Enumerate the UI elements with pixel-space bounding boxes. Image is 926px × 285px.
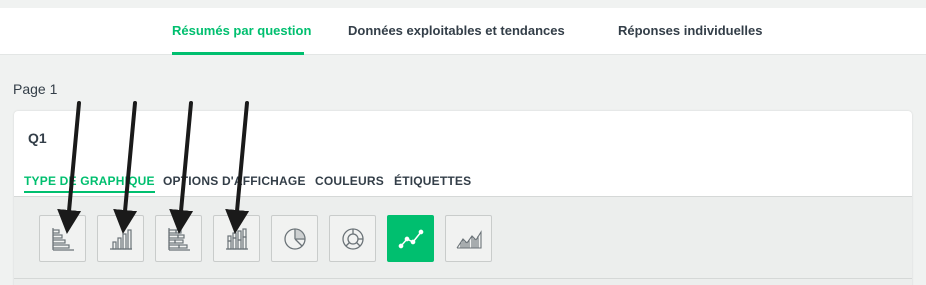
horizontal-bar-chart-icon (51, 227, 74, 251)
subtab-chart-type[interactable]: TYPE DE GRAPHIQUE (24, 174, 155, 193)
question-title: Q1 (28, 130, 47, 146)
stacked-vertical-bar-chart-icon (225, 227, 248, 250)
horizontal-bar-chart-button[interactable] (39, 215, 86, 262)
toolbar-divider (14, 278, 912, 279)
subtab-colors[interactable]: COULEURS (315, 174, 384, 191)
line-chart-icon (398, 229, 423, 248)
tab-insights-and-data[interactable]: Données exploitables et tendances (348, 8, 565, 55)
pie-chart-button[interactable] (271, 215, 318, 262)
area-chart-icon (456, 229, 482, 249)
line-chart-button[interactable] (387, 215, 434, 262)
donut-chart-icon (341, 227, 364, 250)
tab-question-summaries[interactable]: Résumés par question (172, 8, 311, 55)
area-chart-button[interactable] (445, 215, 492, 262)
results-tab-bar: Résumés par question Données exploitable… (0, 8, 926, 55)
tab-individual-responses[interactable]: Réponses individuelles (618, 8, 763, 55)
pie-chart-icon (283, 227, 306, 250)
stacked-horizontal-bar-chart-button[interactable] (155, 215, 202, 262)
subtab-display-options[interactable]: OPTIONS D'AFFICHAGE (163, 174, 306, 191)
vertical-bar-chart-button[interactable] (97, 215, 144, 262)
subtab-labels[interactable]: ÉTIQUETTES (394, 174, 471, 191)
stacked-vertical-bar-chart-button[interactable] (213, 215, 260, 262)
question-card: Q1 TYPE DE GRAPHIQUE OPTIONS D'AFFICHAGE… (14, 111, 912, 285)
chart-type-toolbar (14, 196, 912, 285)
stacked-horizontal-bar-chart-icon (167, 227, 190, 251)
donut-chart-button[interactable] (329, 215, 376, 262)
page-label: Page 1 (13, 81, 58, 97)
vertical-bar-chart-icon (109, 228, 132, 250)
